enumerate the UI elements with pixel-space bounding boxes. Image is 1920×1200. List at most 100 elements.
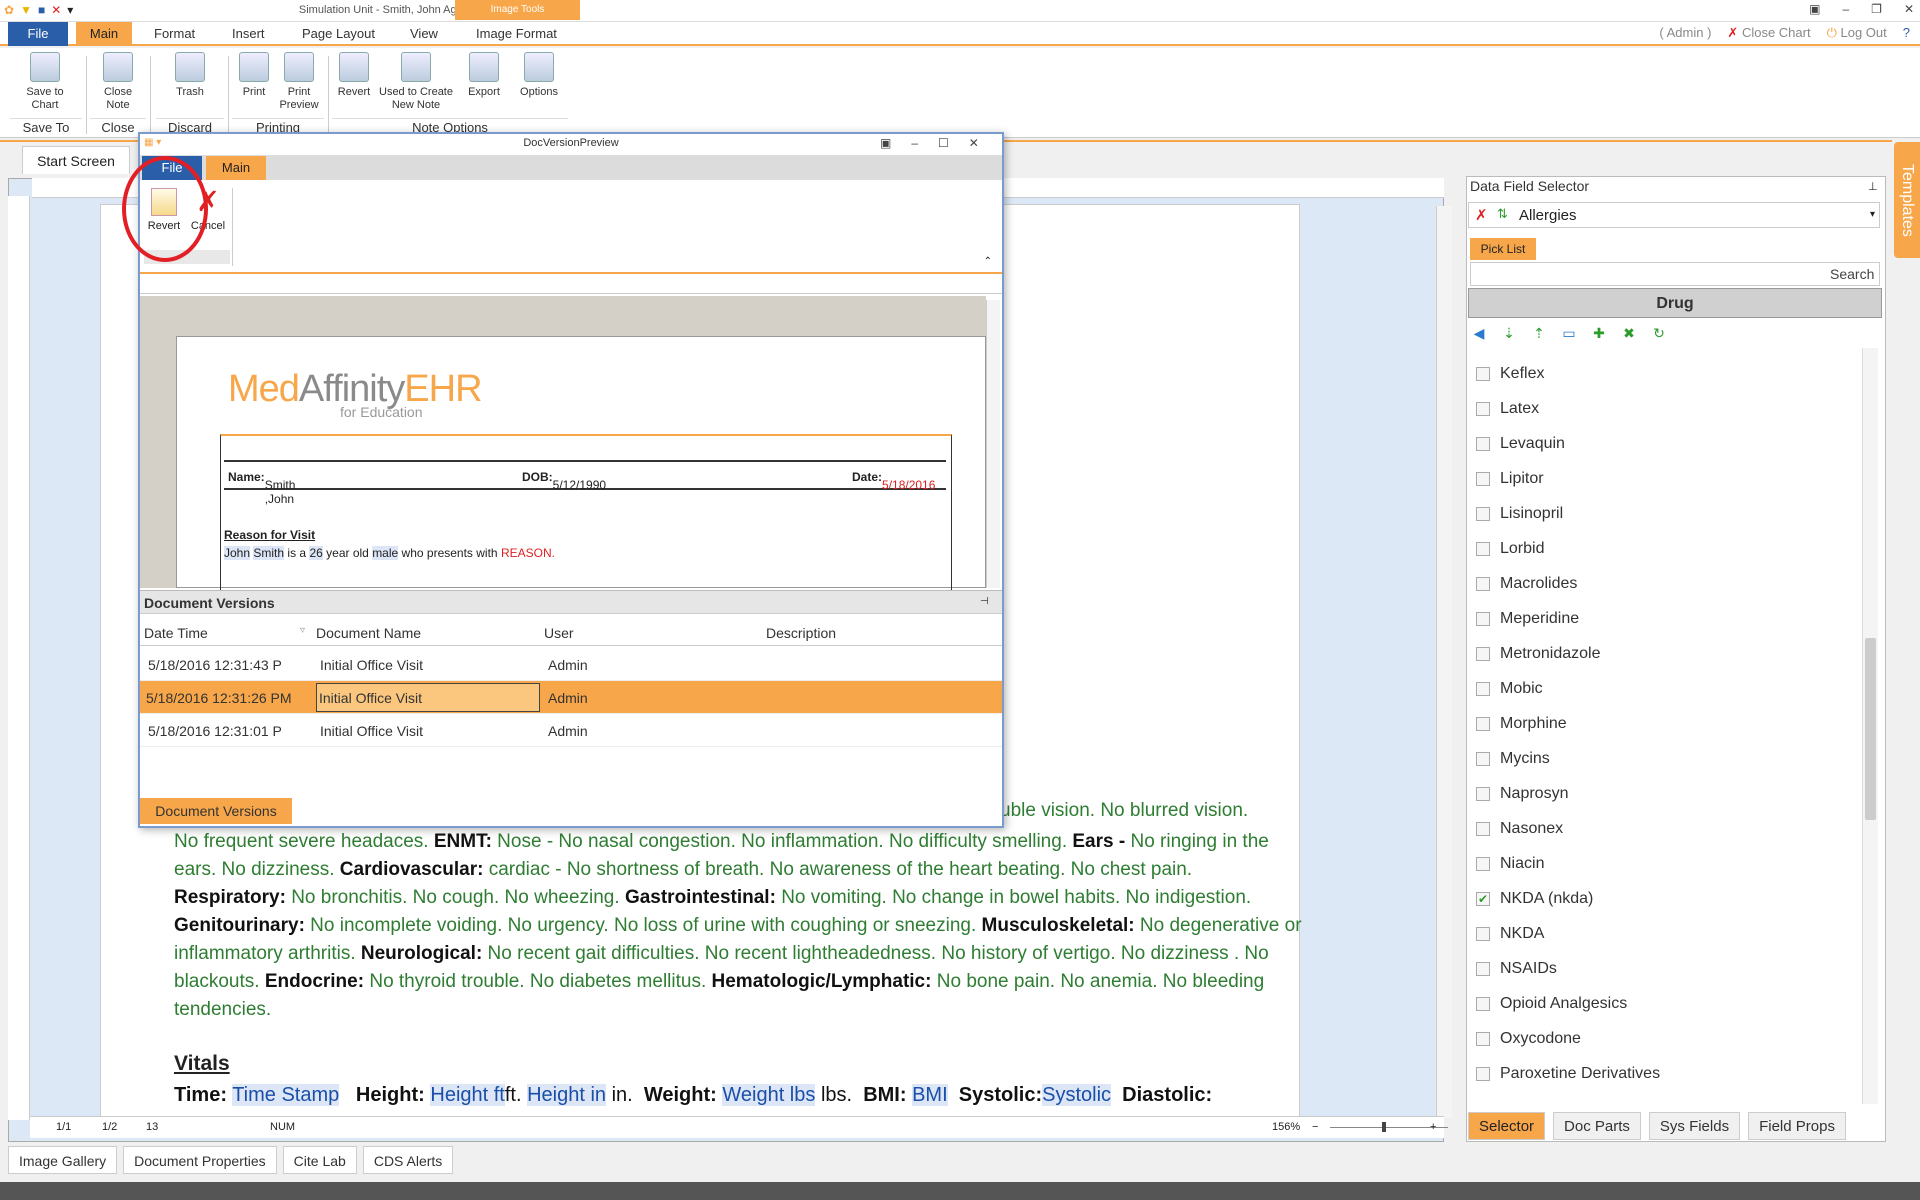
- export-button[interactable]: Export: [464, 52, 504, 99]
- drug-list-item[interactable]: Paroxetine Derivatives: [1476, 1056, 1856, 1091]
- checkbox-icon[interactable]: [1476, 1031, 1490, 1046]
- scroll-thumb[interactable]: [1865, 638, 1876, 820]
- height-ft-field[interactable]: Height ft: [430, 1084, 505, 1106]
- checkbox-icon[interactable]: [1476, 821, 1490, 836]
- checkbox-icon[interactable]: [1476, 506, 1490, 521]
- drug-list-item[interactable]: Opioid Analgesics: [1476, 986, 1856, 1021]
- dialog-ruler[interactable]: [140, 276, 1002, 294]
- close-note-button[interactable]: Close Note: [92, 52, 144, 112]
- options-button[interactable]: Options: [516, 52, 562, 99]
- checkbox-icon[interactable]: [1476, 436, 1490, 451]
- col-description[interactable]: Description: [766, 625, 836, 641]
- pin-icon[interactable]: ⊥: [1868, 180, 1878, 193]
- maximize-icon[interactable]: ❐: [1871, 2, 1882, 16]
- tab-document-properties[interactable]: Document Properties: [123, 1146, 277, 1174]
- trash-button[interactable]: Trash: [168, 52, 212, 99]
- back-icon[interactable]: ◀: [1470, 324, 1488, 342]
- search-button[interactable]: Search: [1830, 266, 1874, 282]
- print-button[interactable]: Print: [236, 52, 272, 99]
- sort-desc-icon[interactable]: ⇡: [1530, 324, 1548, 342]
- version-row[interactable]: 5/18/2016 12:31:01 P Initial Office Visi…: [140, 714, 1002, 747]
- drug-list-item[interactable]: NKDA: [1476, 916, 1856, 951]
- remove-icon[interactable]: ✖: [1620, 324, 1638, 342]
- version-row-selected[interactable]: 5/18/2016 12:31:26 PM Initial Office Vis…: [140, 681, 1002, 714]
- drug-list-item[interactable]: Mycins: [1476, 741, 1856, 776]
- zoom-out-icon[interactable]: −: [1312, 1121, 1318, 1133]
- checkbox-icon[interactable]: [1476, 401, 1490, 416]
- checkbox-icon[interactable]: [1476, 996, 1490, 1011]
- drug-list-item[interactable]: Lipitor: [1476, 461, 1856, 496]
- drug-list-item[interactable]: ✔ NKDA (nkda): [1476, 881, 1856, 916]
- zoom-slider-thumb[interactable]: [1382, 1122, 1386, 1132]
- drug-list-item[interactable]: Metronidazole: [1476, 636, 1856, 671]
- tab-cds-alerts[interactable]: CDS Alerts: [362, 1146, 454, 1174]
- sort-icon[interactable]: ⇅: [1497, 206, 1508, 222]
- zoom-in-icon[interactable]: +: [1430, 1121, 1436, 1133]
- tab-image-gallery[interactable]: Image Gallery: [8, 1146, 118, 1174]
- checkbox-icon[interactable]: [1476, 576, 1490, 591]
- weight-field[interactable]: Weight lbs: [722, 1084, 816, 1106]
- tab-insert[interactable]: Insert: [218, 22, 279, 46]
- drug-list-item[interactable]: Lisinopril: [1476, 496, 1856, 531]
- revert-button[interactable]: Revert: [334, 52, 374, 99]
- checkbox-icon[interactable]: [1476, 961, 1490, 976]
- close-window-icon[interactable]: ✕: [1904, 2, 1914, 16]
- tab-selector[interactable]: Selector: [1468, 1112, 1546, 1140]
- insert-icon[interactable]: ▭: [1560, 324, 1578, 342]
- drug-list-item[interactable]: Lorbid: [1476, 531, 1856, 566]
- drug-list-item[interactable]: Naprosyn: [1476, 776, 1856, 811]
- close-chart-link[interactable]: ✗ Close Chart: [1727, 25, 1810, 41]
- drug-list-item[interactable]: Keflex: [1476, 356, 1856, 391]
- preview-scrollbar[interactable]: [986, 300, 1000, 588]
- tab-pick-list[interactable]: Pick List: [1470, 238, 1536, 260]
- drug-list-item[interactable]: Morphine: [1476, 706, 1856, 741]
- vertical-ruler[interactable]: [8, 196, 30, 1120]
- drug-list-item[interactable]: Nasonex: [1476, 811, 1856, 846]
- logout-link[interactable]: ⏻ Log Out: [1827, 25, 1887, 41]
- checkbox-icon[interactable]: [1476, 786, 1490, 801]
- tab-field-props[interactable]: Field Props: [1748, 1112, 1846, 1140]
- used-to-create-button[interactable]: Used to Create New Note: [376, 52, 456, 112]
- drug-list-item[interactable]: Meperidine: [1476, 601, 1856, 636]
- time-field[interactable]: Time Stamp: [232, 1084, 340, 1106]
- checkbox-icon[interactable]: [1476, 611, 1490, 626]
- tab-file[interactable]: File: [8, 22, 68, 46]
- help-icon[interactable]: ?: [1903, 25, 1910, 41]
- print-preview-button[interactable]: Print Preview: [276, 52, 322, 112]
- dialog-minimize-icon[interactable]: –: [911, 136, 918, 150]
- checkbox-icon[interactable]: [1476, 366, 1490, 381]
- category-combo[interactable]: ✗ ⇅ Allergies ▾: [1468, 202, 1880, 228]
- drug-list-item[interactable]: NSAIDs: [1476, 951, 1856, 986]
- checkbox-icon[interactable]: [1476, 716, 1490, 731]
- tab-view[interactable]: View: [396, 22, 452, 46]
- drug-list-item[interactable]: Oxycodone: [1476, 1021, 1856, 1056]
- checkbox-icon[interactable]: [1476, 541, 1490, 556]
- drug-list-item[interactable]: Latex: [1476, 391, 1856, 426]
- drug-list-item[interactable]: Mobic: [1476, 671, 1856, 706]
- tab-doc-parts[interactable]: Doc Parts: [1553, 1112, 1641, 1140]
- checkbox-icon[interactable]: [1476, 681, 1490, 696]
- add-icon[interactable]: ✚: [1590, 324, 1608, 342]
- checkbox-icon[interactable]: [1476, 751, 1490, 766]
- refresh-icon[interactable]: ↻: [1650, 324, 1668, 342]
- chevron-down-icon[interactable]: ▾: [1870, 209, 1875, 220]
- tab-image-format[interactable]: Image Format: [462, 22, 571, 46]
- tab-cite-lab[interactable]: Cite Lab: [282, 1146, 357, 1174]
- search-input[interactable]: [1470, 262, 1880, 286]
- checkbox-icon[interactable]: [1476, 926, 1490, 941]
- version-row[interactable]: 5/18/2016 12:31:43 P Initial Office Visi…: [140, 648, 1002, 681]
- drug-list-item[interactable]: Levaquin: [1476, 426, 1856, 461]
- col-date-time[interactable]: Date Time: [144, 625, 208, 641]
- checkbox-icon[interactable]: [1476, 1066, 1490, 1081]
- tab-document-versions[interactable]: Document Versions: [140, 798, 292, 824]
- drug-list-scrollbar[interactable]: [1862, 348, 1878, 1104]
- clear-icon[interactable]: ✗: [1475, 206, 1488, 224]
- minimize-icon[interactable]: –: [1842, 2, 1849, 16]
- dialog-tab-main[interactable]: Main: [206, 156, 266, 180]
- tab-main[interactable]: Main: [76, 22, 132, 46]
- col-user[interactable]: User: [544, 625, 574, 641]
- systolic-field[interactable]: Systolic: [1042, 1084, 1112, 1106]
- tab-page-layout[interactable]: Page Layout: [288, 22, 389, 46]
- filter-icon[interactable]: ▿: [300, 625, 305, 636]
- checkbox-icon[interactable]: [1476, 856, 1490, 871]
